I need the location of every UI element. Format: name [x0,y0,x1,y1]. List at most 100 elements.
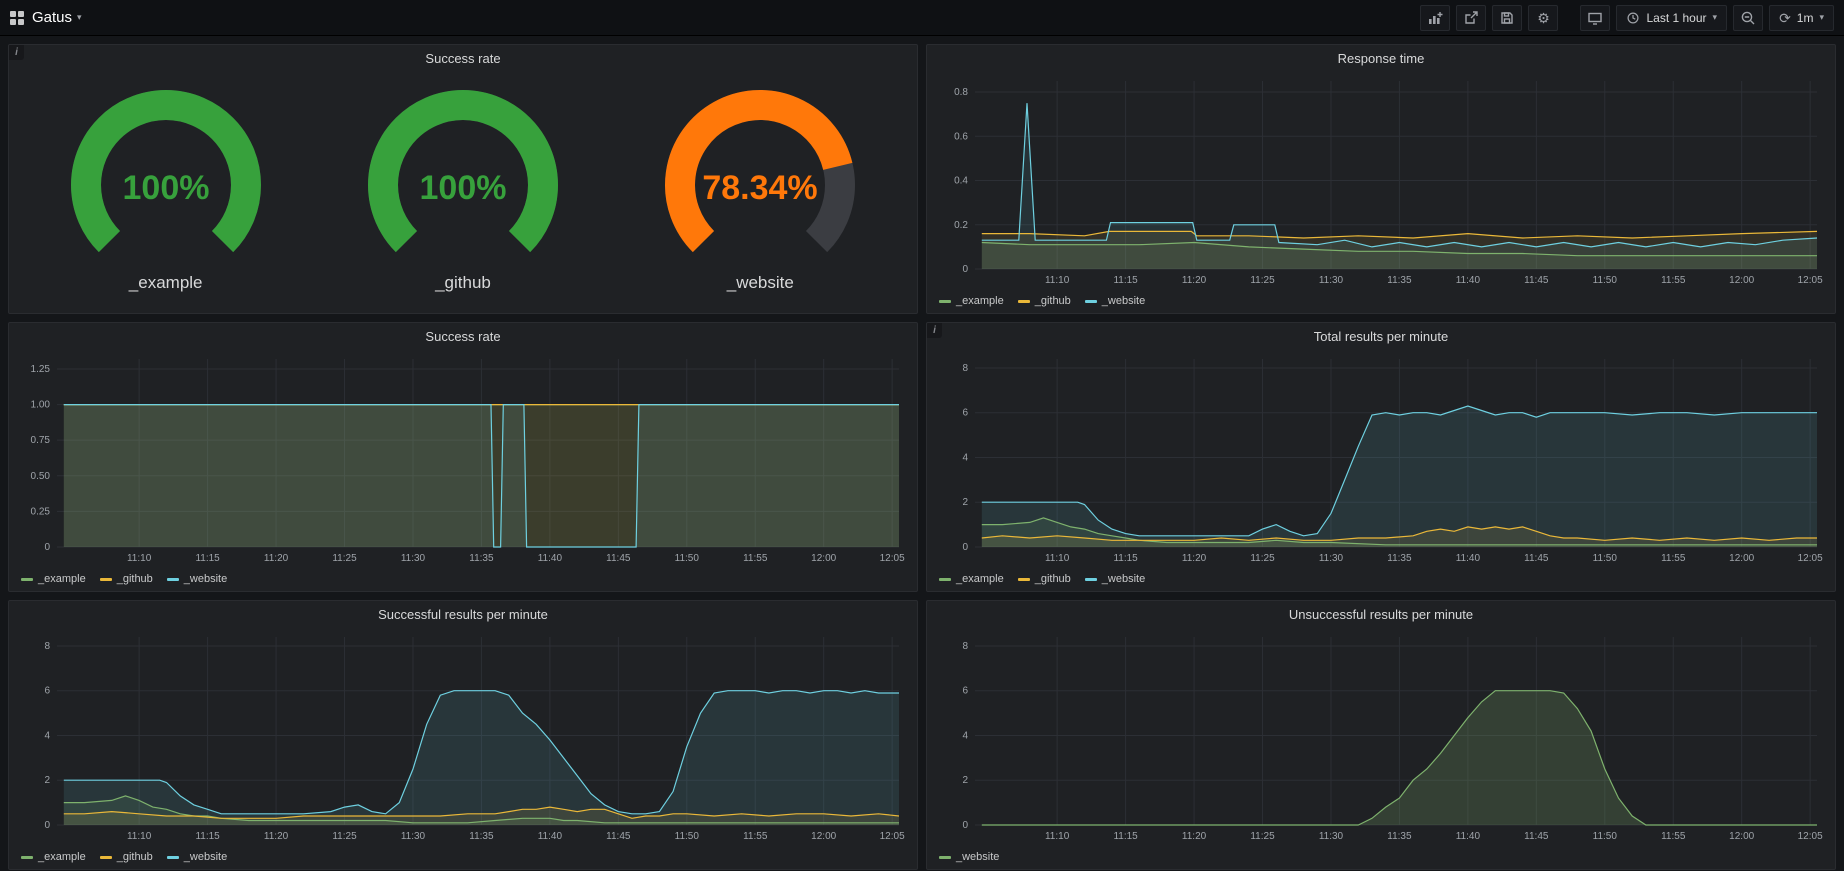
y-axis-label: 0.6 [954,131,968,142]
x-axis-label: 11:40 [538,553,563,564]
legend-item-_example[interactable]: _example [939,573,1004,585]
gauge-label: _example [129,273,203,293]
panel-response-time: Response time 11:1011:1511:2011:2511:301… [926,44,1836,314]
successful-results-chart[interactable]: 11:1011:1511:2011:2511:3011:3511:4011:45… [17,627,909,847]
x-axis-label: 11:45 [606,831,631,842]
x-axis-label: 11:20 [1182,553,1207,564]
legend-item-_github[interactable]: _github [1018,295,1071,307]
x-axis-label: 11:25 [332,831,357,842]
legend-item-_website[interactable]: _website [167,573,227,585]
navbar: Gatus ▾ ⚙ [0,0,1844,36]
zoom-out-icon [1740,10,1756,26]
legend-label: _example [38,851,86,863]
y-axis-label: 0.4 [954,176,968,187]
panel-title[interactable]: Response time [927,45,1835,71]
panel-title[interactable]: Success rate [9,45,917,71]
legend-swatch [21,578,33,581]
tv-mode-button[interactable] [1580,5,1610,31]
panel-title[interactable]: Unsuccessful results per minute [927,601,1835,627]
legend-swatch [100,856,112,859]
x-axis-label: 11:25 [332,553,357,564]
response-time-chart[interactable]: 11:1011:1511:2011:2511:3011:3511:4011:45… [935,71,1827,291]
legend-item-_github[interactable]: _github [100,851,153,863]
x-axis-label: 11:15 [195,553,220,564]
panel-info-icon[interactable]: i [927,323,942,338]
y-axis-label: 2 [44,775,50,786]
refresh-icon: ⟳ [1779,11,1791,25]
x-axis-label: 11:20 [264,553,289,564]
legend-label: _github [1035,573,1071,585]
refresh-interval-label: 1m [1797,11,1814,25]
zoom-out-button[interactable] [1733,5,1763,31]
legend-item-_website[interactable]: _website [1085,573,1145,585]
share-icon [1463,10,1479,26]
x-axis-label: 11:30 [1319,553,1344,564]
x-axis-label: 11:30 [401,553,426,564]
x-axis-label: 11:15 [1113,831,1138,842]
y-axis-label: 4 [962,730,968,741]
x-axis-label: 11:40 [1456,553,1481,564]
add-panel-icon [1427,10,1443,26]
y-axis-label: 4 [44,730,50,741]
dashboard-title-dropdown[interactable]: Gatus ▾ [32,9,82,26]
share-button[interactable] [1456,5,1486,31]
x-axis-label: 12:00 [811,553,836,564]
legend-swatch [21,856,33,859]
legend-label: _website [184,573,227,585]
legend-swatch [1018,300,1030,303]
panel-success-rate-gauges: i Success rate 100%_example100%_github78… [8,44,918,314]
legend-item-_example[interactable]: _example [939,295,1004,307]
x-axis-label: 11:35 [1387,831,1412,842]
x-axis-label: 11:10 [1045,275,1070,286]
legend-swatch [100,578,112,581]
unsuccessful-results-chart[interactable]: 11:1011:1511:2011:2511:3011:3511:4011:45… [935,627,1827,847]
total-results-chart[interactable]: 11:1011:1511:2011:2511:3011:3511:4011:45… [935,349,1827,569]
x-axis-label: 11:50 [1593,553,1618,564]
y-axis-label: 0.8 [954,87,968,98]
x-axis-label: 12:00 [811,831,836,842]
gauge-arc: 78.34% [615,89,905,271]
legend-item-_github[interactable]: _github [100,573,153,585]
settings-button[interactable]: ⚙ [1528,5,1558,31]
legend-label: _github [117,851,153,863]
panel-info-icon[interactable]: i [9,45,24,60]
dashboard-title: Gatus [32,9,72,26]
save-button[interactable] [1492,5,1522,31]
gauge-arc: 100% [318,89,608,271]
legend-swatch [939,578,951,581]
monitor-icon [1587,10,1603,26]
add-panel-button[interactable] [1420,5,1450,31]
x-axis-label: 11:15 [1113,553,1138,564]
x-axis-label: 11:45 [1524,275,1549,286]
y-axis-label: 0 [962,820,968,831]
y-axis-label: 8 [962,641,968,652]
x-axis-label: 11:30 [401,831,426,842]
y-axis-label: 0.2 [954,220,968,231]
y-axis-label: 2 [962,497,968,508]
refresh-picker[interactable]: ⟳ 1m ▾ [1769,5,1834,31]
legend-item-_website[interactable]: _website [167,851,227,863]
legend-item-_example[interactable]: _example [21,573,86,585]
time-range-picker[interactable]: Last 1 hour ▾ [1616,5,1727,31]
x-axis-label: 11:45 [1524,831,1549,842]
apps-grid-icon[interactable] [10,11,24,25]
x-axis-label: 11:15 [195,831,220,842]
success-rate-chart[interactable]: 11:1011:1511:2011:2511:3011:3511:4011:45… [17,349,909,569]
legend-item-_website[interactable]: _website [939,851,999,863]
x-axis-label: 12:05 [1798,831,1823,842]
x-axis-label: 11:25 [1250,553,1275,564]
y-axis-label: 0.25 [31,506,51,517]
legend-item-_github[interactable]: _github [1018,573,1071,585]
x-axis-label: 11:10 [127,553,152,564]
x-axis-label: 11:50 [675,553,700,564]
panel-title[interactable]: Successful results per minute [9,601,917,627]
gauge-arc: 100% [21,89,311,271]
panel-title[interactable]: Total results per minute [927,323,1835,349]
legend-item-_website[interactable]: _website [1085,295,1145,307]
panel-successful-results: Successful results per minute 11:1011:15… [8,600,918,870]
legend-item-_example[interactable]: _example [21,851,86,863]
x-axis-label: 11:20 [1182,275,1207,286]
panel-title[interactable]: Success rate [9,323,917,349]
legend-label: _github [1035,295,1071,307]
panel-title-text: Unsuccessful results per minute [1289,607,1473,622]
